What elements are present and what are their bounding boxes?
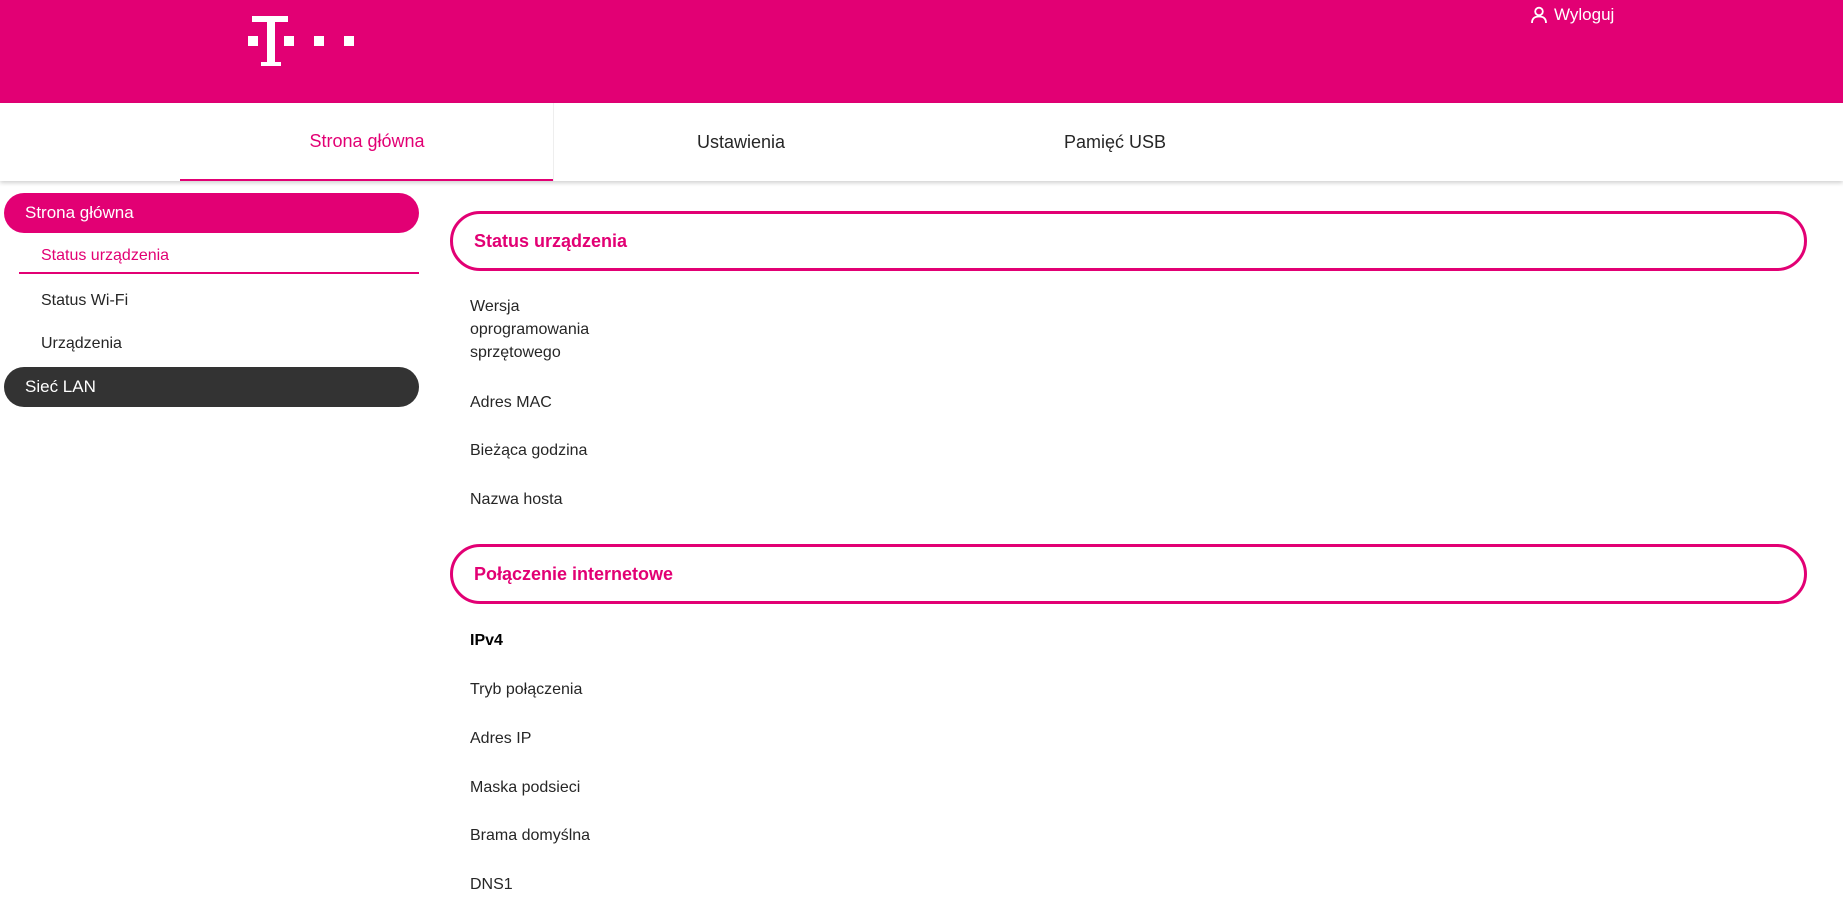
sidebar-item-device-status[interactable]: Status urządzenia <box>19 240 419 274</box>
top-header: Wyloguj <box>0 0 1843 103</box>
row-label-subnet-mask: Maska podsieci <box>470 779 581 796</box>
logout-button[interactable]: Wyloguj <box>1530 4 1614 26</box>
section-header-device-status[interactable]: Status urządzenia <box>450 211 1807 271</box>
row-label-dns1: DNS1 <box>470 876 513 893</box>
row-label-connection-mode: Tryb połączenia <box>470 681 583 698</box>
row-label-default-gateway: Brama domyślna <box>470 827 591 844</box>
row-label-firmware-version: Wersja oprogramowania sprzętowego <box>470 298 590 361</box>
sidebar-item-home[interactable]: Strona główna <box>4 193 419 233</box>
sidebar-item-lan[interactable]: Sieć LAN <box>4 367 419 407</box>
tab-settings[interactable]: Ustawienia <box>554 103 928 181</box>
main-nav-tabs: Strona główna Ustawienia Pamięć USB <box>0 103 1843 181</box>
row-label-ip-address: Adres IP <box>470 730 532 747</box>
logout-label: Wyloguj <box>1554 5 1615 24</box>
row-label-hostname: Nazwa hosta <box>470 491 563 508</box>
row-label-current-time: Bieżąca godzina <box>470 442 588 459</box>
tab-home[interactable]: Strona główna <box>180 103 554 181</box>
row-label-mac-address: Adres MAC <box>470 394 552 411</box>
telekom-logo-icon[interactable] <box>248 16 360 68</box>
user-icon <box>1531 6 1547 24</box>
tab-usb-storage[interactable]: Pamięć USB <box>928 103 1302 181</box>
subheading-ipv4: IPv4 <box>470 632 503 649</box>
sidebar-item-wifi-status[interactable]: Status Wi-Fi <box>19 284 419 318</box>
sidebar-item-devices[interactable]: Urządzenia <box>19 327 419 361</box>
section-header-internet-connection[interactable]: Połączenie internetowe <box>450 544 1807 604</box>
